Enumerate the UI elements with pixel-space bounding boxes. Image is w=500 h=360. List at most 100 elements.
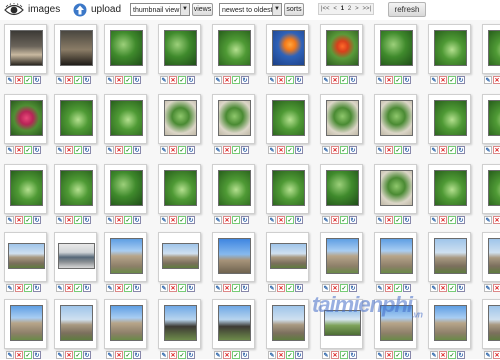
thumbnail-card[interactable] bbox=[54, 299, 97, 349]
delete-icon[interactable]: ✕ bbox=[169, 351, 177, 359]
thumbnail-card[interactable] bbox=[320, 24, 363, 74]
approve-icon[interactable]: ✓ bbox=[232, 351, 240, 359]
thumbnail-card[interactable] bbox=[54, 232, 97, 282]
rotate-icon[interactable]: ↻ bbox=[241, 284, 249, 292]
rotate-icon[interactable]: ↻ bbox=[133, 216, 141, 224]
edit-icon[interactable]: ✎ bbox=[268, 146, 276, 154]
thumbnail-image[interactable] bbox=[164, 100, 197, 136]
edit-icon[interactable]: ✎ bbox=[376, 216, 384, 224]
upload-arrow-icon[interactable] bbox=[73, 3, 87, 17]
delete-icon[interactable]: ✕ bbox=[115, 146, 123, 154]
edit-icon[interactable]: ✎ bbox=[484, 351, 492, 359]
rotate-icon[interactable]: ↻ bbox=[83, 351, 91, 359]
thumbnail-image[interactable] bbox=[488, 305, 500, 341]
edit-icon[interactable]: ✎ bbox=[160, 351, 168, 359]
thumbnail-image[interactable] bbox=[488, 30, 500, 66]
thumbnail-image[interactable] bbox=[60, 305, 93, 341]
delete-icon[interactable]: ✕ bbox=[115, 284, 123, 292]
thumbnail-image[interactable] bbox=[326, 170, 359, 206]
edit-icon[interactable]: ✎ bbox=[160, 76, 168, 84]
rotate-icon[interactable]: ↻ bbox=[349, 76, 357, 84]
edit-icon[interactable]: ✎ bbox=[268, 216, 276, 224]
thumbnail-card[interactable] bbox=[4, 232, 47, 282]
approve-icon[interactable]: ✓ bbox=[232, 76, 240, 84]
rotate-icon[interactable]: ↻ bbox=[403, 351, 411, 359]
approve-icon[interactable]: ✓ bbox=[74, 146, 82, 154]
thumbnail-card[interactable] bbox=[158, 299, 201, 349]
delete-icon[interactable]: ✕ bbox=[493, 76, 500, 84]
delete-icon[interactable]: ✕ bbox=[277, 146, 285, 154]
edit-icon[interactable]: ✎ bbox=[160, 146, 168, 154]
thumbnail-image[interactable] bbox=[380, 100, 413, 136]
approve-icon[interactable]: ✓ bbox=[124, 284, 132, 292]
edit-icon[interactable]: ✎ bbox=[214, 216, 222, 224]
delete-icon[interactable]: ✕ bbox=[277, 76, 285, 84]
thumbnail-image[interactable] bbox=[218, 238, 251, 274]
thumbnail-card[interactable] bbox=[54, 24, 97, 74]
delete-icon[interactable]: ✕ bbox=[169, 284, 177, 292]
view-select[interactable]: thumbnail view ▼ bbox=[130, 3, 190, 16]
thumbnail-card[interactable] bbox=[374, 232, 417, 282]
rotate-icon[interactable]: ↻ bbox=[187, 284, 195, 292]
thumbnail-image[interactable] bbox=[60, 30, 93, 66]
delete-icon[interactable]: ✕ bbox=[277, 351, 285, 359]
delete-icon[interactable]: ✕ bbox=[493, 216, 500, 224]
delete-icon[interactable]: ✕ bbox=[15, 216, 23, 224]
edit-icon[interactable]: ✎ bbox=[56, 146, 64, 154]
rotate-icon[interactable]: ↻ bbox=[133, 351, 141, 359]
approve-icon[interactable]: ✓ bbox=[24, 216, 32, 224]
thumbnail-card[interactable] bbox=[212, 232, 255, 282]
edit-icon[interactable]: ✎ bbox=[376, 284, 384, 292]
delete-icon[interactable]: ✕ bbox=[223, 76, 231, 84]
approve-icon[interactable]: ✓ bbox=[286, 351, 294, 359]
delete-icon[interactable]: ✕ bbox=[115, 351, 123, 359]
delete-icon[interactable]: ✕ bbox=[65, 146, 73, 154]
rotate-icon[interactable]: ↻ bbox=[457, 76, 465, 84]
rotate-icon[interactable]: ↻ bbox=[457, 351, 465, 359]
rotate-icon[interactable]: ↻ bbox=[241, 351, 249, 359]
pager-page-2[interactable]: 2 bbox=[348, 4, 351, 15]
rotate-icon[interactable]: ↻ bbox=[295, 76, 303, 84]
approve-icon[interactable]: ✓ bbox=[394, 284, 402, 292]
thumbnail-card[interactable] bbox=[4, 94, 47, 144]
thumbnail-image[interactable] bbox=[110, 170, 143, 206]
approve-icon[interactable]: ✓ bbox=[340, 146, 348, 154]
thumbnail-card[interactable] bbox=[212, 24, 255, 74]
rotate-icon[interactable]: ↻ bbox=[83, 76, 91, 84]
thumbnail-image[interactable] bbox=[218, 170, 251, 206]
delete-icon[interactable]: ✕ bbox=[223, 351, 231, 359]
rotate-icon[interactable]: ↻ bbox=[295, 216, 303, 224]
rotate-icon[interactable]: ↻ bbox=[349, 351, 357, 359]
approve-icon[interactable]: ✓ bbox=[340, 351, 348, 359]
rotate-icon[interactable]: ↻ bbox=[83, 216, 91, 224]
edit-icon[interactable]: ✎ bbox=[376, 76, 384, 84]
edit-icon[interactable]: ✎ bbox=[160, 216, 168, 224]
delete-icon[interactable]: ✕ bbox=[331, 216, 339, 224]
pager-first[interactable]: |<< bbox=[321, 4, 330, 15]
views-button[interactable]: views bbox=[192, 3, 213, 16]
edit-icon[interactable]: ✎ bbox=[484, 146, 492, 154]
edit-icon[interactable]: ✎ bbox=[376, 351, 384, 359]
delete-icon[interactable]: ✕ bbox=[493, 146, 500, 154]
approve-icon[interactable]: ✓ bbox=[24, 146, 32, 154]
thumbnail-image[interactable] bbox=[434, 238, 467, 274]
delete-icon[interactable]: ✕ bbox=[169, 216, 177, 224]
edit-icon[interactable]: ✎ bbox=[56, 351, 64, 359]
delete-icon[interactable]: ✕ bbox=[385, 146, 393, 154]
delete-icon[interactable]: ✕ bbox=[385, 216, 393, 224]
approve-icon[interactable]: ✓ bbox=[178, 76, 186, 84]
edit-icon[interactable]: ✎ bbox=[484, 216, 492, 224]
thumbnail-card[interactable] bbox=[482, 164, 500, 214]
thumbnail-card[interactable] bbox=[4, 299, 47, 349]
thumbnail-card[interactable] bbox=[266, 24, 309, 74]
edit-icon[interactable]: ✎ bbox=[6, 76, 14, 84]
edit-icon[interactable]: ✎ bbox=[6, 146, 14, 154]
thumbnail-card[interactable] bbox=[428, 94, 471, 144]
delete-icon[interactable]: ✕ bbox=[277, 216, 285, 224]
thumbnail-card[interactable] bbox=[266, 299, 309, 349]
edit-icon[interactable]: ✎ bbox=[106, 284, 114, 292]
thumbnail-card[interactable] bbox=[158, 232, 201, 282]
approve-icon[interactable]: ✓ bbox=[178, 284, 186, 292]
thumbnail-image[interactable] bbox=[8, 243, 45, 269]
delete-icon[interactable]: ✕ bbox=[115, 216, 123, 224]
